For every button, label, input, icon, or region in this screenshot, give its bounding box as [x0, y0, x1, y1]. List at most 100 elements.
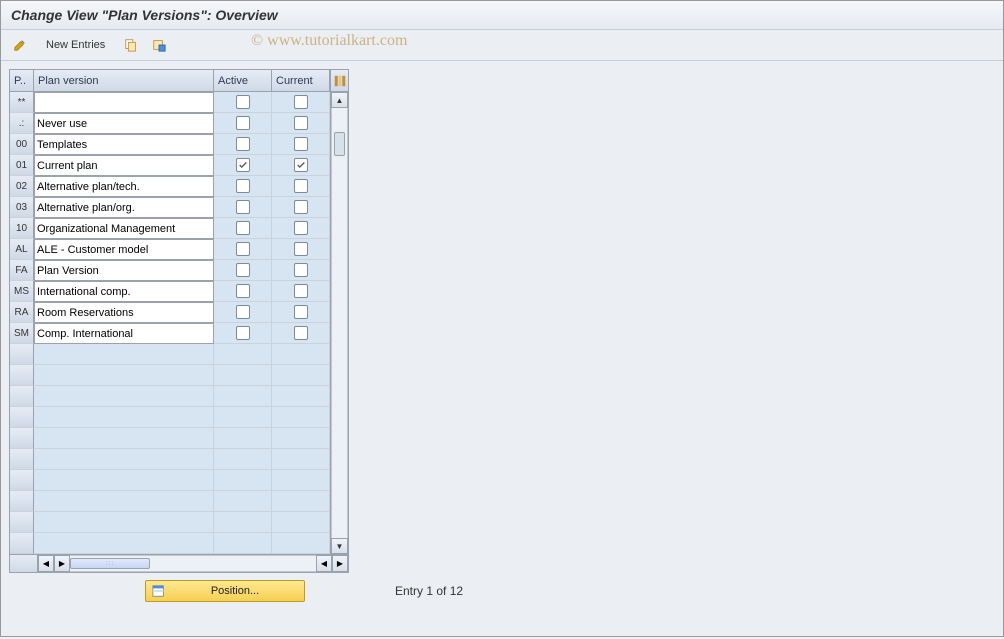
empty-cell: [10, 407, 34, 428]
checkbox[interactable]: [294, 221, 308, 235]
row-code[interactable]: MS: [10, 281, 34, 302]
scroll-up-icon[interactable]: ▲: [331, 92, 348, 108]
checkbox[interactable]: [294, 284, 308, 298]
empty-cell: [214, 344, 272, 365]
plan-version-cell[interactable]: Alternative plan/tech.: [34, 176, 214, 197]
checkbox[interactable]: [294, 95, 308, 109]
empty-cell: [34, 428, 214, 449]
row-code[interactable]: 03: [10, 197, 34, 218]
table-row[interactable]: 01Current plan: [10, 155, 330, 176]
column-header-current[interactable]: Current: [272, 70, 330, 92]
table-row[interactable]: 10Organizational Management: [10, 218, 330, 239]
checkbox[interactable]: [236, 305, 250, 319]
row-code[interactable]: FA: [10, 260, 34, 281]
empty-cell: [34, 512, 214, 533]
table-settings-icon[interactable]: [331, 70, 348, 92]
checkbox[interactable]: [294, 158, 308, 172]
checkbox[interactable]: [236, 158, 250, 172]
empty-cell: [272, 512, 330, 533]
table-row[interactable]: **: [10, 92, 330, 113]
table-row[interactable]: SMComp. International: [10, 323, 330, 344]
copy-icon[interactable]: [120, 34, 142, 56]
row-code[interactable]: 10: [10, 218, 34, 239]
checkbox[interactable]: [294, 137, 308, 151]
scroll-right-end-icon[interactable]: ▶: [332, 555, 348, 572]
checkbox[interactable]: [236, 221, 250, 235]
vertical-scrollbar[interactable]: [331, 108, 348, 538]
empty-cell: [214, 449, 272, 470]
table-row[interactable]: 03Alternative plan/org.: [10, 197, 330, 218]
plan-version-cell[interactable]: ALE - Customer model: [34, 239, 214, 260]
checkbox[interactable]: [236, 326, 250, 340]
row-code[interactable]: RA: [10, 302, 34, 323]
horizontal-scrollbar[interactable]: :::: [70, 555, 316, 572]
table-row[interactable]: 00Templates: [10, 134, 330, 155]
delete-icon[interactable]: [148, 34, 170, 56]
checkbox[interactable]: [294, 116, 308, 130]
plan-version-cell[interactable]: Plan Version: [34, 260, 214, 281]
empty-cell: [272, 407, 330, 428]
active-cell: [214, 239, 272, 260]
empty-cell: [214, 533, 272, 554]
row-code[interactable]: .:: [10, 113, 34, 134]
scroll-left-icon[interactable]: ◀: [38, 555, 54, 572]
checkbox[interactable]: [294, 242, 308, 256]
row-code[interactable]: SM: [10, 323, 34, 344]
plan-version-cell[interactable]: Never use: [34, 113, 214, 134]
current-cell: [272, 134, 330, 155]
checkbox[interactable]: [236, 284, 250, 298]
table-row[interactable]: ALALE - Customer model: [10, 239, 330, 260]
row-code[interactable]: AL: [10, 239, 34, 260]
position-button[interactable]: Position...: [145, 580, 305, 602]
checkbox[interactable]: [236, 179, 250, 193]
checkbox[interactable]: [294, 200, 308, 214]
table: P..Plan versionActiveCurrent **.:Never u…: [9, 69, 349, 573]
plan-version-cell[interactable]: Room Reservations: [34, 302, 214, 323]
empty-cell: [214, 491, 272, 512]
empty-cell: [214, 407, 272, 428]
table-row[interactable]: .:Never use: [10, 113, 330, 134]
checkbox[interactable]: [236, 95, 250, 109]
column-header-index[interactable]: P..: [10, 70, 34, 92]
column-header-active[interactable]: Active: [214, 70, 272, 92]
empty-cell: [34, 365, 214, 386]
plan-version-cell[interactable]: Comp. International: [34, 323, 214, 344]
row-code[interactable]: 02: [10, 176, 34, 197]
scroll-down-icon[interactable]: ▼: [331, 538, 348, 554]
plan-version-cell[interactable]: Current plan: [34, 155, 214, 176]
active-cell: [214, 218, 272, 239]
empty-cell: [272, 491, 330, 512]
active-cell: [214, 92, 272, 113]
scroll-right-icon[interactable]: ▶: [54, 555, 70, 572]
edit-icon[interactable]: [9, 34, 31, 56]
new-entries-button[interactable]: New Entries: [37, 34, 114, 56]
checkbox[interactable]: [294, 326, 308, 340]
row-code[interactable]: **: [10, 92, 34, 113]
checkbox[interactable]: [294, 263, 308, 277]
active-cell: [214, 176, 272, 197]
current-cell: [272, 281, 330, 302]
row-code[interactable]: 01: [10, 155, 34, 176]
position-icon: [152, 584, 166, 598]
checkbox[interactable]: [294, 179, 308, 193]
column-header-plan-version[interactable]: Plan version: [34, 70, 214, 92]
checkbox[interactable]: [294, 305, 308, 319]
checkbox[interactable]: [236, 263, 250, 277]
plan-version-cell[interactable]: [34, 92, 214, 113]
plan-version-cell[interactable]: Alternative plan/org.: [34, 197, 214, 218]
toolbar: New Entries © www.tutorialkart.com: [1, 30, 1003, 61]
table-row[interactable]: 02Alternative plan/tech.: [10, 176, 330, 197]
plan-version-cell[interactable]: International comp.: [34, 281, 214, 302]
checkbox[interactable]: [236, 137, 250, 151]
table-row[interactable]: FAPlan Version: [10, 260, 330, 281]
table-row[interactable]: RARoom Reservations: [10, 302, 330, 323]
checkbox[interactable]: [236, 242, 250, 256]
checkbox[interactable]: [236, 200, 250, 214]
plan-version-cell[interactable]: Organizational Management: [34, 218, 214, 239]
plan-version-cell[interactable]: Templates: [34, 134, 214, 155]
row-code[interactable]: 00: [10, 134, 34, 155]
checkbox[interactable]: [236, 116, 250, 130]
empty-cell: [10, 512, 34, 533]
scroll-left-end-icon[interactable]: ◀: [316, 555, 332, 572]
table-row[interactable]: MSInternational comp.: [10, 281, 330, 302]
